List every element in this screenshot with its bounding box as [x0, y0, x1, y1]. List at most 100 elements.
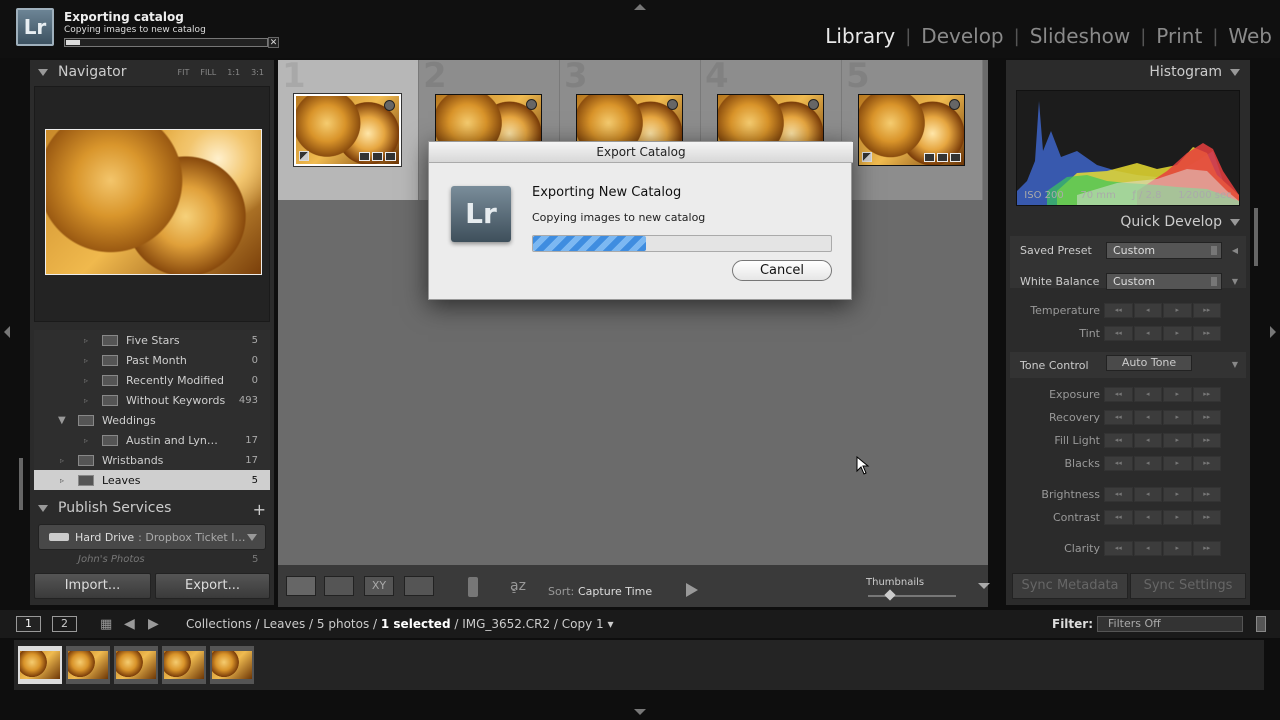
painter-spray-icon[interactable]	[468, 577, 478, 597]
activity-cancel-icon[interactable]: ✕	[268, 37, 279, 48]
sort-select[interactable]: Capture Time	[578, 585, 652, 598]
module-library[interactable]: Library	[815, 24, 905, 48]
module-develop[interactable]: Develop	[911, 24, 1013, 48]
dialog-title: Export Catalog	[429, 142, 853, 163]
slideshow-play-icon[interactable]	[686, 583, 698, 597]
disclosure-down-icon[interactable]: ▼	[1232, 360, 1238, 369]
quick-collection-icon[interactable]	[808, 99, 819, 110]
compare-view-icon[interactable]: XY	[364, 576, 394, 596]
quick-collection-icon[interactable]	[384, 100, 395, 111]
fill-light-stepper[interactable]: ◂◂ ◂ ▸ ▸▸	[1104, 433, 1222, 448]
collection-leaves[interactable]: ▹ Leaves 5	[34, 470, 270, 490]
collection-wristbands[interactable]: ▹ Wristbands 17	[34, 450, 270, 470]
histogram-curve	[1017, 101, 1239, 205]
left-scrollbar[interactable]	[19, 458, 23, 510]
toolbar-options-icon[interactable]	[978, 583, 990, 589]
thumbnail-slider-knob[interactable]	[884, 589, 896, 601]
module-print[interactable]: Print	[1146, 24, 1212, 48]
auto-tone-button[interactable]: Auto Tone	[1106, 355, 1192, 371]
grid-shortcut-icon[interactable]: ▦	[100, 617, 112, 632]
dropdown-arrow-icon[interactable]	[247, 534, 257, 541]
quick-collection-icon[interactable]	[526, 99, 537, 110]
collection-austin-and-lyn[interactable]: ▹ Austin and Lyn… 17	[34, 430, 270, 450]
contrast-stepper[interactable]: ◂◂ ◂ ▸ ▸▸	[1104, 510, 1222, 525]
right-panel-toggle-icon[interactable]	[1270, 326, 1276, 338]
zoom-fill[interactable]: FILL	[200, 68, 216, 77]
thumbnail-size-slider[interactable]	[868, 595, 956, 597]
lightroom-logo: Lr	[16, 8, 54, 46]
breadcrumb[interactable]: Collections / Leaves / 5 photos / 1 sele…	[186, 617, 614, 631]
sync-metadata-button[interactable]: Sync Metadata	[1012, 573, 1128, 599]
quick-collection-icon[interactable]	[667, 99, 678, 110]
iso-value: ISO 200	[1024, 190, 1064, 201]
cancel-button[interactable]: Cancel	[732, 260, 832, 281]
filmstrip-thumbnail[interactable]	[66, 646, 110, 684]
recovery-stepper[interactable]: ◂◂ ◂ ▸ ▸▸	[1104, 410, 1222, 425]
brightness-stepper[interactable]: ◂◂ ◂ ▸ ▸▸	[1104, 487, 1222, 502]
temperature-stepper[interactable]: ◂◂ ◂ ▸ ▸▸	[1104, 303, 1222, 318]
back-arrow-icon[interactable]: ◀	[124, 616, 135, 632]
navigator-preview-image[interactable]	[45, 129, 262, 275]
grid-thumbnail[interactable]	[858, 94, 965, 166]
histogram-graph[interactable]	[1016, 90, 1240, 206]
primary-display-button[interactable]: 1	[16, 616, 41, 632]
exposure-stepper[interactable]: ◂◂ ◂ ▸ ▸▸	[1104, 387, 1222, 402]
module-slideshow[interactable]: Slideshow	[1020, 24, 1141, 48]
clarity-stepper[interactable]: ◂◂ ◂ ▸ ▸▸	[1104, 541, 1222, 556]
secondary-display-button[interactable]: 2	[52, 616, 77, 632]
white-balance-select[interactable]: Custom	[1106, 273, 1222, 290]
module-web[interactable]: Web	[1218, 24, 1272, 48]
filter-select[interactable]: Filters Off	[1097, 616, 1243, 632]
blacks-stepper[interactable]: ◂◂ ◂ ▸ ▸▸	[1104, 456, 1222, 471]
loupe-view-icon[interactable]	[324, 576, 354, 596]
collection-five-stars[interactable]: ▹ Five Stars 5	[34, 330, 270, 350]
hard-drive-icon	[49, 533, 69, 541]
filmstrip-thumbnail[interactable]	[162, 646, 206, 684]
sort-direction-icon[interactable]: a͇z	[510, 578, 526, 594]
zoom-fit[interactable]: FIT	[178, 68, 190, 77]
activity-title: Exporting catalog	[64, 10, 184, 24]
disclosure-down-icon[interactable]: ▼	[1232, 277, 1238, 286]
activity-subtitle: Copying images to new catalog	[64, 25, 206, 35]
grid-view-icon[interactable]	[286, 576, 316, 596]
export-button[interactable]: Export...	[155, 573, 270, 599]
top-panel-toggle-icon[interactable]	[634, 4, 646, 10]
flag-corner-icon	[299, 151, 309, 161]
left-panel-toggle-icon[interactable]	[4, 326, 10, 338]
collapse-triangle-icon	[38, 504, 48, 512]
filter-lock-icon[interactable]	[1256, 616, 1266, 632]
grid-cell[interactable]: 1	[278, 56, 419, 200]
zoom-1-1[interactable]: 1:1	[227, 68, 240, 77]
disclosure-left-icon[interactable]: ◀	[1232, 246, 1238, 255]
collections-list: ▹ Five Stars 5 ▹ Past Month 0 ▹ Recently Modi…	[34, 330, 270, 490]
publish-hard-drive[interactable]: Hard Drive: Dropbox Ticket I…	[38, 524, 266, 550]
grid-thumbnail[interactable]	[293, 93, 402, 167]
import-button[interactable]: Import...	[34, 573, 151, 599]
collection-badge-icon	[924, 153, 935, 162]
collection-without-keywords[interactable]: ▹ Without Keywords 493	[34, 390, 270, 410]
collection-icon	[78, 474, 94, 486]
collection-set-weddings[interactable]: ▼ Weddings	[34, 410, 270, 430]
collection-past-month[interactable]: ▹ Past Month 0	[34, 350, 270, 370]
quick-collection-icon[interactable]	[949, 99, 960, 110]
zoom-3-1[interactable]: 3:1	[251, 68, 264, 77]
histogram-header[interactable]: Histogram	[1149, 64, 1240, 80]
publish-collection-item[interactable]: John's Photos	[78, 554, 145, 565]
collection-recently-modified[interactable]: ▹ Recently Modified 0	[34, 370, 270, 390]
saved-preset-select[interactable]: Custom	[1106, 242, 1222, 259]
grid-cell[interactable]: 5	[842, 56, 983, 200]
forward-arrow-icon[interactable]: ▶	[148, 616, 159, 632]
focal-length: 70 mm	[1080, 190, 1116, 201]
filmstrip-thumbnail[interactable]	[114, 646, 158, 684]
tint-stepper[interactable]: ◂◂ ◂ ▸ ▸▸	[1104, 326, 1222, 341]
develop-badge-icon	[385, 152, 396, 161]
sync-settings-button[interactable]: Sync Settings	[1130, 573, 1246, 599]
filmstrip-thumbnail[interactable]	[210, 646, 254, 684]
survey-view-icon[interactable]	[404, 576, 434, 596]
filmstrip-thumbnail[interactable]	[18, 646, 62, 684]
add-publish-service-icon[interactable]: +	[253, 500, 266, 519]
bottom-panel-toggle-icon[interactable]	[634, 709, 646, 715]
publish-services-header[interactable]: Publish Services	[30, 496, 274, 520]
quick-develop-header[interactable]: Quick Develop	[1120, 214, 1240, 230]
right-scrollbar[interactable]	[1254, 208, 1258, 266]
